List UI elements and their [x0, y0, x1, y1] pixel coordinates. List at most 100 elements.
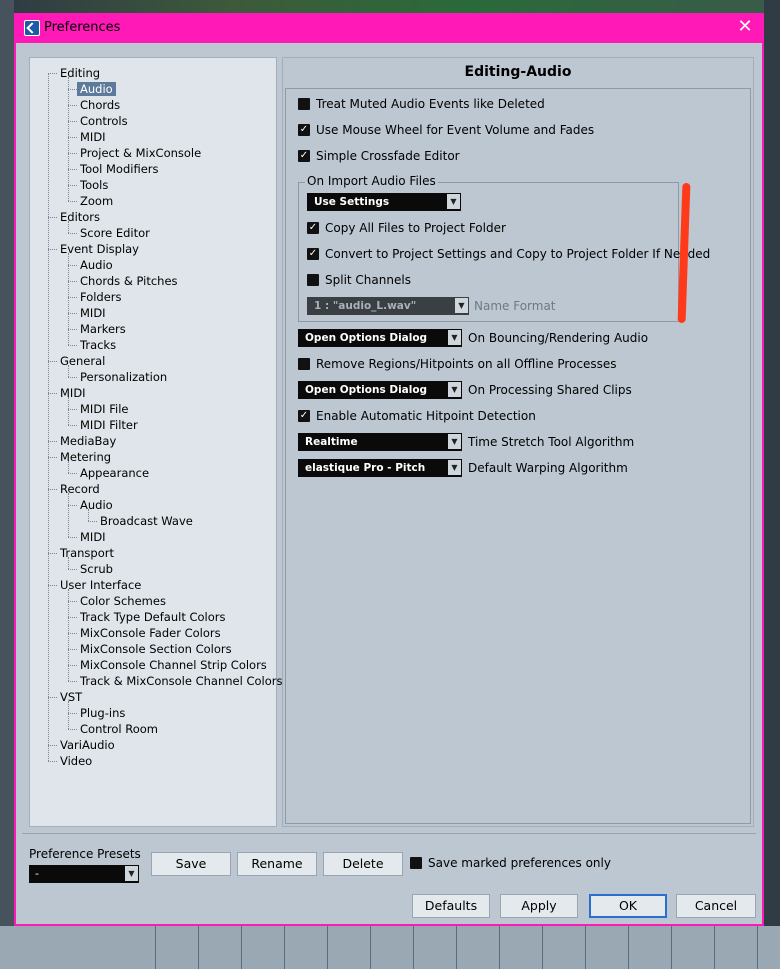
copy-files-checkbox[interactable]: ✓ Copy All Files to Project Folder: [307, 219, 506, 237]
checkbox-box[interactable]: ✓: [298, 149, 310, 162]
tree-item[interactable]: VST: [60, 689, 82, 705]
tree-item[interactable]: Track Type Default Colors: [80, 609, 226, 625]
preferences-tree[interactable]: Editing Audio Chords Controls MIDI Project & …: [29, 57, 283, 827]
tree-item[interactable]: MixConsole Channel Strip Colors: [80, 657, 267, 673]
tree-connector: [68, 473, 77, 474]
tree-item[interactable]: Project & MixConsole: [80, 145, 201, 161]
tree-connector: [68, 377, 77, 378]
checkbox-box[interactable]: [307, 273, 319, 286]
tree-item[interactable]: Folders: [80, 289, 122, 305]
tree-item[interactable]: Chords & Pitches: [80, 273, 178, 289]
tree-item[interactable]: MIDI Filter: [80, 417, 138, 433]
import-mode-dropdown[interactable]: Use Settings ▼: [307, 193, 461, 211]
tree-item[interactable]: MixConsole Fader Colors: [80, 625, 221, 641]
tree-item[interactable]: VariAudio: [60, 737, 115, 753]
checkbox-box[interactable]: ✓: [298, 409, 310, 422]
save-button[interactable]: Save: [151, 852, 231, 876]
tree-item[interactable]: Editing: [60, 65, 100, 81]
tree-connector: [68, 253, 69, 345]
tree-item[interactable]: Video: [60, 753, 92, 769]
tree-connector: [48, 585, 57, 586]
shared-clips-dropdown[interactable]: Open Options Dialog ▼: [298, 381, 462, 399]
tree-item[interactable]: Audio: [80, 257, 113, 273]
time-stretch-dropdown[interactable]: Realtime ▼: [298, 433, 462, 451]
tree-item[interactable]: General: [60, 353, 105, 369]
tree-connector: [68, 365, 69, 377]
split-channels-checkbox[interactable]: Split Channels: [307, 271, 411, 289]
tree-item[interactable]: Zoom: [80, 193, 113, 209]
bounce-mode-dropdown[interactable]: Open Options Dialog ▼: [298, 329, 462, 347]
tree-item[interactable]: Tracks: [80, 337, 116, 353]
title-bar[interactable]: Preferences ✕: [16, 15, 762, 43]
tree-item[interactable]: MediaBay: [60, 433, 116, 449]
tree-item[interactable]: Scrub: [80, 561, 113, 577]
warping-dropdown[interactable]: elastique Pro - Pitch ▼: [298, 459, 462, 477]
tree-item[interactable]: MIDI: [80, 129, 106, 145]
tree-item[interactable]: Control Room: [80, 721, 158, 737]
tree-item-label: Color Schemes: [80, 594, 166, 608]
tree-item[interactable]: Audio: [80, 497, 113, 513]
ok-button[interactable]: OK: [589, 894, 667, 918]
tree-item[interactable]: MixConsole Section Colors: [80, 641, 232, 657]
tree-connector: [68, 409, 77, 410]
tree-item-label: MIDI: [60, 386, 86, 400]
checkbox-box[interactable]: ✓: [298, 123, 310, 136]
mouse-wheel-checkbox[interactable]: ✓ Use Mouse Wheel for Event Volume and Fa…: [298, 121, 594, 139]
tree-item-label: Chords & Pitches: [80, 274, 178, 288]
grid-line: [327, 926, 328, 969]
tree-connector: [68, 233, 77, 234]
tree-connector: [68, 633, 77, 634]
tree-item[interactable]: MIDI: [80, 305, 106, 321]
background-daw-right: [764, 0, 780, 969]
tree-item[interactable]: Color Schemes: [80, 593, 166, 609]
delete-button[interactable]: Delete: [323, 852, 403, 876]
tree-connector: [48, 73, 57, 74]
tree-connector: [68, 169, 77, 170]
crossfade-editor-checkbox[interactable]: ✓ Simple Crossfade Editor: [298, 147, 460, 165]
tree-item[interactable]: MIDI File: [80, 401, 128, 417]
tree-item[interactable]: Record: [60, 481, 100, 497]
preference-presets-dropdown[interactable]: - ▼: [29, 865, 139, 883]
tree-item[interactable]: Editors: [60, 209, 100, 225]
remove-regions-checkbox[interactable]: Remove Regions/Hitpoints on all Offline …: [298, 355, 617, 373]
tree-item[interactable]: Personalization: [80, 369, 167, 385]
chevron-down-icon: ▼: [448, 460, 461, 475]
tree-item[interactable]: Markers: [80, 321, 126, 337]
checkbox-box[interactable]: ✓: [307, 247, 319, 260]
tree-connector: [68, 281, 77, 282]
checkbox-box[interactable]: ✓: [307, 221, 319, 234]
tree-item[interactable]: Controls: [80, 113, 128, 129]
tree-item[interactable]: Broadcast Wave: [100, 513, 193, 529]
tree-connector: [68, 461, 69, 473]
rename-button[interactable]: Rename: [237, 852, 317, 876]
checkbox-box[interactable]: [298, 357, 310, 370]
tree-item[interactable]: MIDI: [60, 385, 86, 401]
save-marked-only-checkbox[interactable]: Save marked preferences only: [410, 854, 611, 872]
tree-item[interactable]: User Interface: [60, 577, 141, 593]
tree-item[interactable]: MIDI: [80, 529, 106, 545]
checkbox-box[interactable]: [298, 97, 310, 110]
treat-muted-checkbox[interactable]: Treat Muted Audio Events like Deleted: [298, 95, 545, 113]
tree-item[interactable]: Track & MixConsole Channel Colors: [80, 673, 283, 689]
tree-item[interactable]: Tool Modifiers: [80, 161, 158, 177]
tree-item[interactable]: Audio: [77, 81, 116, 97]
tree-item[interactable]: Plug-ins: [80, 705, 125, 721]
tree-item[interactable]: Chords: [80, 97, 120, 113]
dropdown-value: Open Options Dialog: [305, 332, 428, 344]
tree-item-label: VariAudio: [60, 738, 115, 752]
cancel-button[interactable]: Cancel: [676, 894, 756, 918]
grid-line: [370, 926, 371, 969]
window-title: Preferences: [44, 20, 121, 35]
close-icon[interactable]: ✕: [734, 16, 756, 38]
hitpoint-detection-checkbox[interactable]: ✓ Enable Automatic Hitpoint Detection: [298, 407, 536, 425]
tree-item-label: Editing: [60, 66, 101, 80]
apply-button[interactable]: Apply: [500, 894, 578, 918]
tree-item[interactable]: Event Display: [60, 241, 139, 257]
tree-item[interactable]: Score Editor: [80, 225, 150, 241]
tree-item[interactable]: Tools: [80, 177, 108, 193]
tree-item[interactable]: Appearance: [80, 465, 149, 481]
defaults-button[interactable]: Defaults: [412, 894, 490, 918]
tree-item-label: Markers: [80, 322, 126, 336]
convert-settings-checkbox[interactable]: ✓ Convert to Project Settings and Copy to…: [307, 245, 710, 263]
checkbox-box[interactable]: [410, 856, 422, 869]
